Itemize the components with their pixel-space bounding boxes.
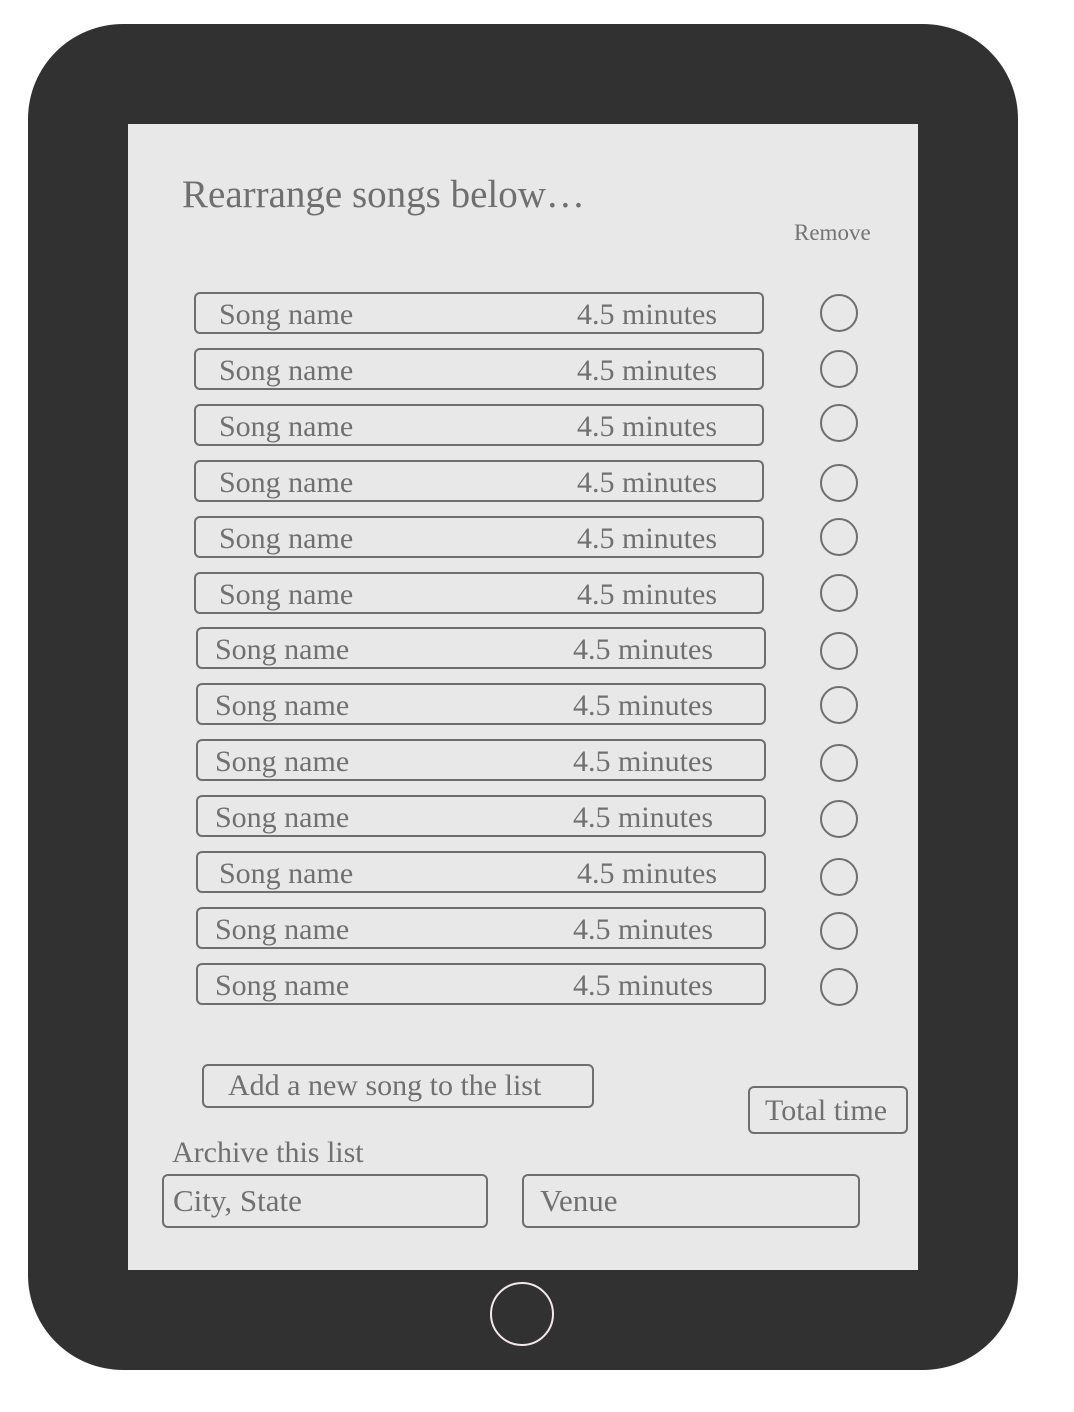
song-name: Song name bbox=[219, 466, 354, 499]
song-name: Song name bbox=[215, 633, 350, 666]
song-row[interactable]: Song name 4.5 minutes bbox=[194, 516, 764, 558]
song-duration: 4.5 minutes bbox=[573, 913, 713, 946]
song-duration: 4.5 minutes bbox=[577, 522, 717, 555]
song-duration: 4.5 minutes bbox=[577, 578, 717, 611]
remove-song-radio[interactable] bbox=[820, 912, 858, 950]
song-row[interactable]: Song name 4.5 minutes bbox=[196, 907, 766, 949]
song-name: Song name bbox=[219, 298, 354, 331]
add-song-button[interactable]: Add a new song to the list bbox=[202, 1064, 594, 1108]
remove-song-radio[interactable] bbox=[820, 858, 858, 896]
song-duration: 4.5 minutes bbox=[573, 689, 713, 722]
song-row[interactable]: Song name 4.5 minutes bbox=[196, 683, 766, 725]
song-duration: 4.5 minutes bbox=[577, 298, 717, 331]
song-row[interactable]: Song name 4.5 minutes bbox=[194, 292, 764, 334]
page-title: Rearrange songs below… bbox=[182, 173, 585, 216]
song-name: Song name bbox=[219, 578, 354, 611]
total-time-button[interactable]: Total time bbox=[748, 1086, 908, 1134]
remove-song-radio[interactable] bbox=[820, 404, 858, 442]
venue-field[interactable]: Venue bbox=[522, 1174, 860, 1228]
song-row[interactable]: Song name 4.5 minutes bbox=[196, 851, 766, 893]
song-row[interactable]: Song name 4.5 minutes bbox=[194, 348, 764, 390]
song-row[interactable]: Song name 4.5 minutes bbox=[196, 627, 766, 669]
home-button[interactable] bbox=[490, 1282, 554, 1346]
remove-song-radio[interactable] bbox=[820, 800, 858, 838]
song-name: Song name bbox=[219, 857, 354, 890]
song-row[interactable]: Song name 4.5 minutes bbox=[194, 404, 764, 446]
song-duration: 4.5 minutes bbox=[573, 801, 713, 834]
remove-song-radio[interactable] bbox=[820, 294, 858, 332]
remove-song-radio[interactable] bbox=[820, 686, 858, 724]
song-name: Song name bbox=[219, 522, 354, 555]
song-name: Song name bbox=[219, 410, 354, 443]
song-row[interactable]: Song name 4.5 minutes bbox=[194, 572, 764, 614]
song-duration: 4.5 minutes bbox=[577, 354, 717, 387]
remove-song-radio[interactable] bbox=[820, 574, 858, 612]
archive-label: Archive this list bbox=[172, 1136, 364, 1169]
remove-song-radio[interactable] bbox=[820, 518, 858, 556]
song-duration: 4.5 minutes bbox=[577, 857, 717, 890]
song-row[interactable]: Song name 4.5 minutes bbox=[196, 739, 766, 781]
song-duration: 4.5 minutes bbox=[573, 745, 713, 778]
song-name: Song name bbox=[215, 745, 350, 778]
song-name: Song name bbox=[215, 689, 350, 722]
song-row[interactable]: Song name 4.5 minutes bbox=[194, 460, 764, 502]
song-duration: 4.5 minutes bbox=[577, 466, 717, 499]
song-duration: 4.5 minutes bbox=[577, 410, 717, 443]
song-row[interactable]: Song name 4.5 minutes bbox=[196, 963, 766, 1005]
song-row[interactable]: Song name 4.5 minutes bbox=[196, 795, 766, 837]
song-name: Song name bbox=[215, 801, 350, 834]
city-state-field[interactable]: City, State bbox=[162, 1174, 488, 1228]
remove-song-radio[interactable] bbox=[820, 968, 858, 1006]
remove-song-radio[interactable] bbox=[820, 744, 858, 782]
song-name: Song name bbox=[219, 354, 354, 387]
remove-column-header: Remove bbox=[794, 220, 871, 245]
remove-song-radio[interactable] bbox=[820, 350, 858, 388]
song-duration: 4.5 minutes bbox=[573, 633, 713, 666]
song-name: Song name bbox=[215, 913, 350, 946]
song-duration: 4.5 minutes bbox=[573, 969, 713, 1002]
song-name: Song name bbox=[215, 969, 350, 1002]
remove-song-radio[interactable] bbox=[820, 632, 858, 670]
remove-song-radio[interactable] bbox=[820, 464, 858, 502]
